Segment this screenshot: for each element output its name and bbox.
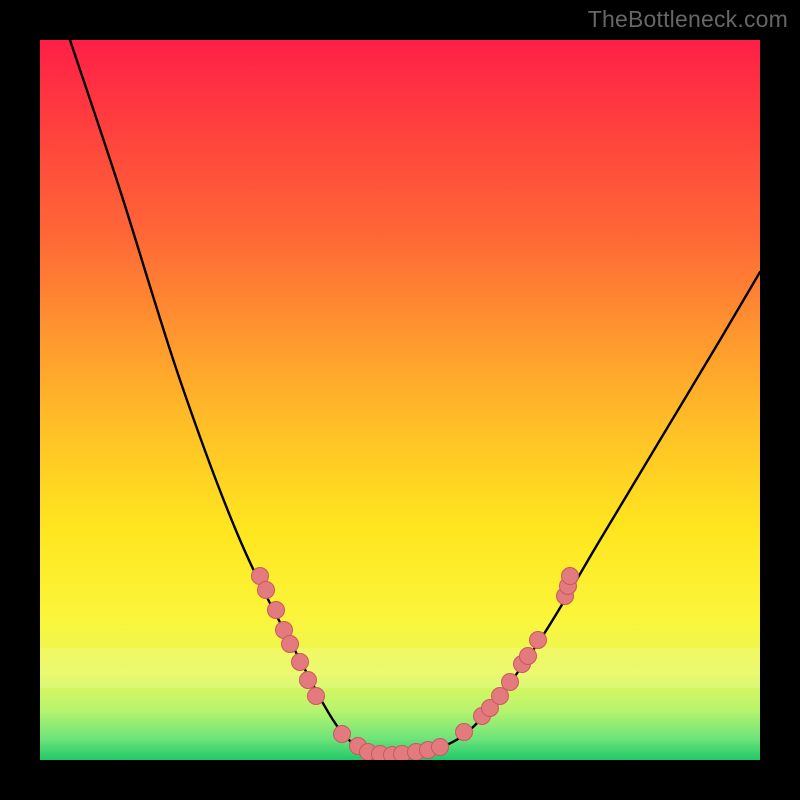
scatter-dots bbox=[252, 568, 579, 761]
plot-area bbox=[40, 40, 760, 760]
scatter-dot bbox=[268, 602, 285, 619]
scatter-dot bbox=[300, 672, 317, 689]
scatter-dot bbox=[334, 726, 351, 743]
scatter-dot bbox=[292, 654, 309, 671]
scatter-dot bbox=[282, 636, 299, 653]
bottleneck-curve bbox=[70, 40, 760, 755]
watermark-text: TheBottleneck.com bbox=[588, 6, 788, 33]
scatter-dot bbox=[456, 724, 473, 741]
scatter-dot bbox=[502, 674, 519, 691]
scatter-dot bbox=[520, 648, 537, 665]
curve-svg bbox=[40, 40, 760, 760]
scatter-dot bbox=[432, 739, 449, 756]
chart-frame: TheBottleneck.com bbox=[0, 0, 800, 800]
scatter-dot bbox=[308, 688, 325, 705]
scatter-dot bbox=[492, 688, 509, 705]
scatter-dot bbox=[562, 568, 579, 585]
scatter-dot bbox=[258, 582, 275, 599]
scatter-dot bbox=[530, 632, 547, 649]
